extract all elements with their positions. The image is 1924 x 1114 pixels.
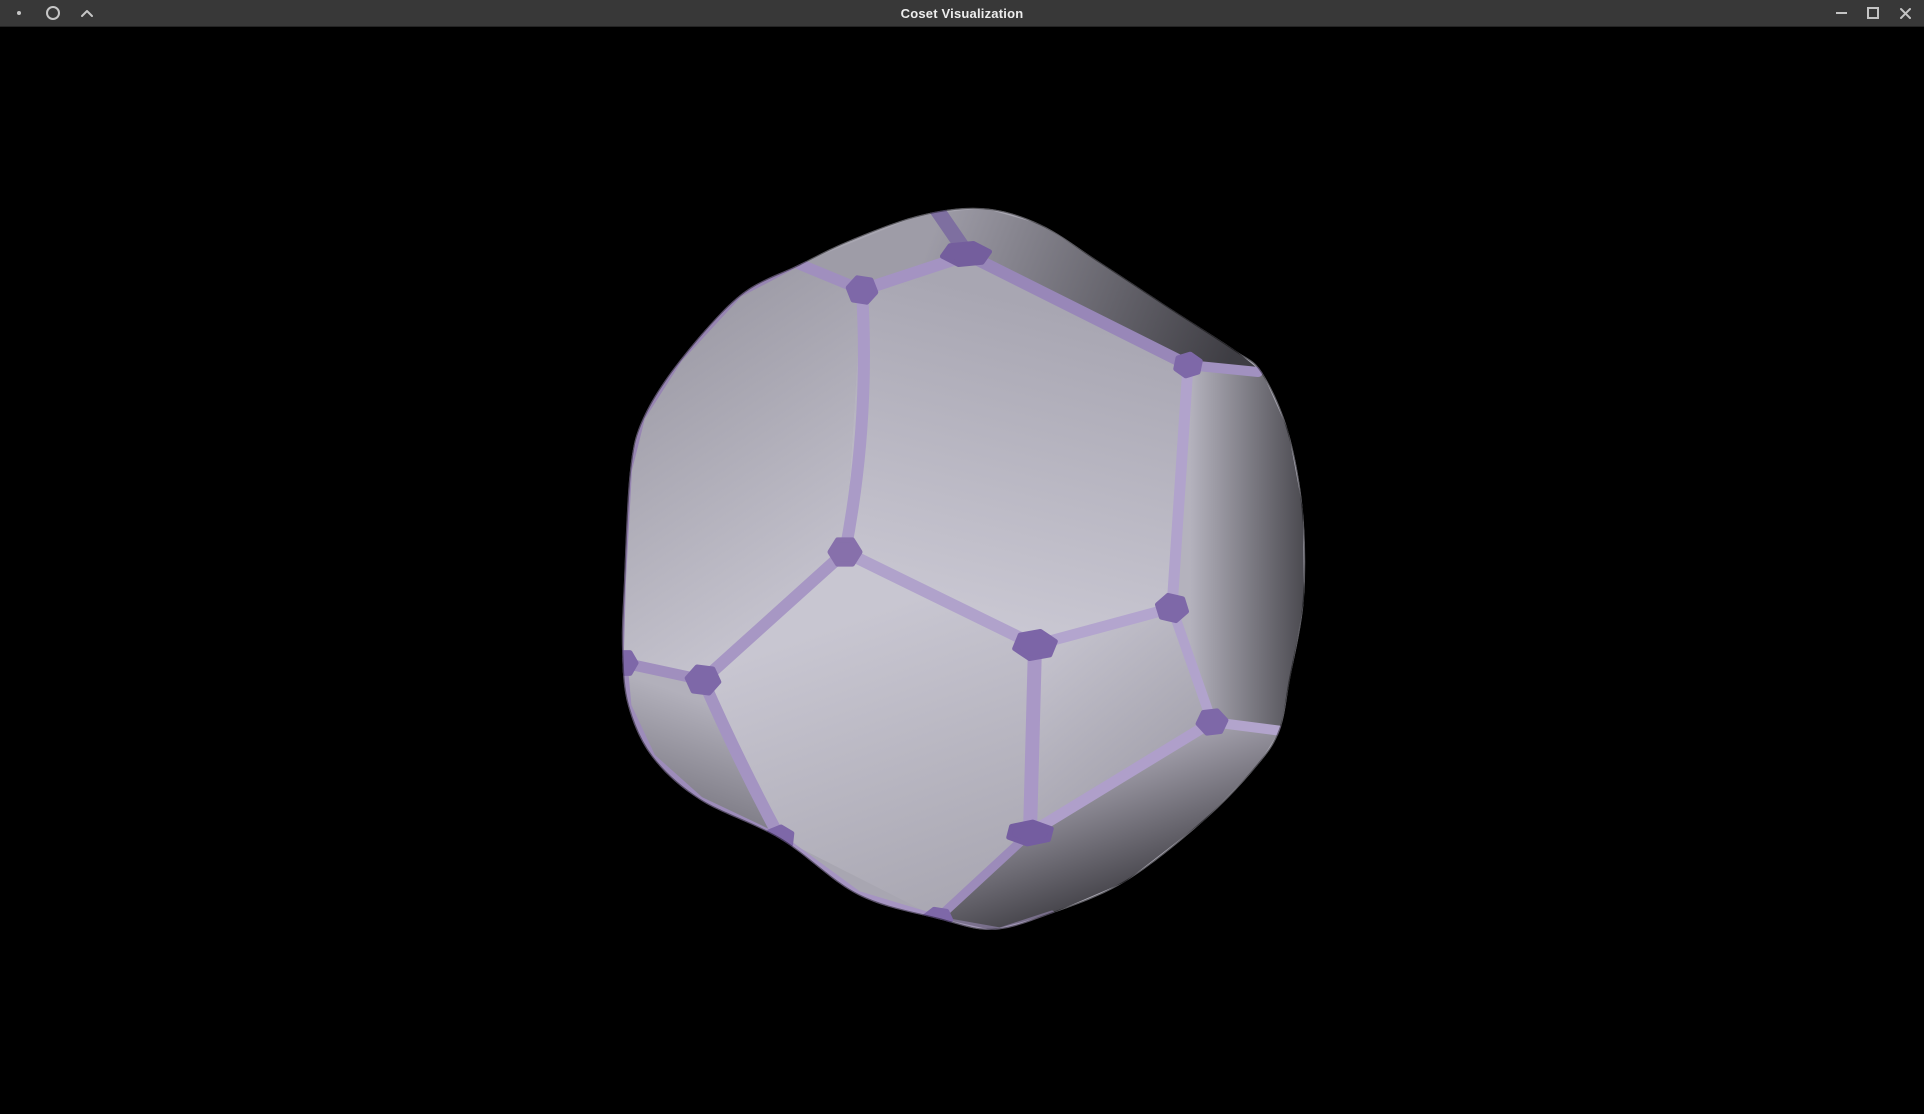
render-viewport[interactable] [0,27,1924,1114]
coset-polyhedron-canvas[interactable] [0,0,1924,1114]
